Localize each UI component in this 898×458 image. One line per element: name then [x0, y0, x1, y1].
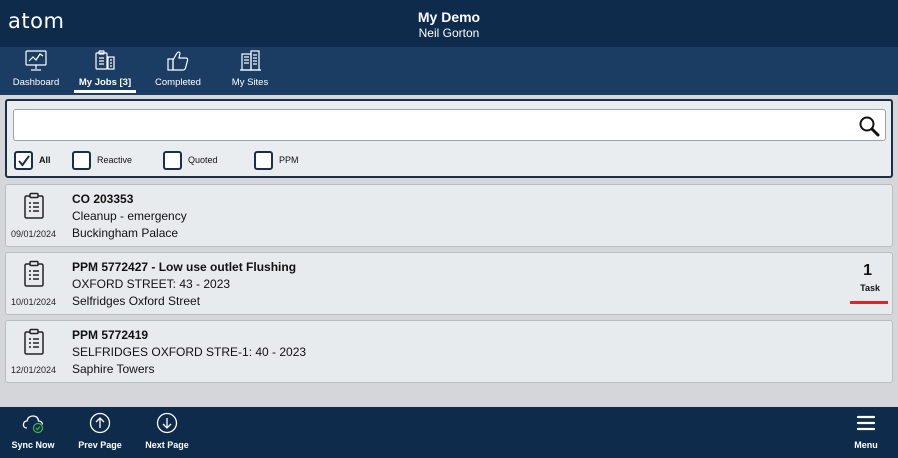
job-card[interactable]: 09/01/2024 CO 203353 Cleanup - emergency…	[5, 184, 893, 247]
arrow-up-circle-icon	[89, 412, 111, 434]
job-site: Saphire Towers	[72, 362, 155, 376]
prev-page-label: Prev Page	[78, 440, 122, 450]
job-reference: PPM 5772427 - Low use outlet Flushing	[72, 260, 297, 274]
filter-reactive-checkbox[interactable]: Reactive	[72, 149, 132, 171]
job-description: SELFRIDGES OXFORD STRE-1: 40 - 2023	[72, 345, 307, 359]
tab-my-sites-label: My Sites	[231, 77, 269, 88]
menu-button[interactable]: Menu	[846, 412, 886, 450]
search-box	[13, 109, 886, 141]
buildings-icon	[240, 50, 261, 71]
job-description: OXFORD STREET: 43 - 2023	[72, 277, 231, 291]
hamburger-menu-icon	[856, 415, 876, 431]
clipboard-icon	[24, 260, 44, 287]
prev-page-button[interactable]: Prev Page	[75, 412, 125, 450]
header-title-block: My Demo Neil Gorton	[0, 9, 898, 40]
clipboard-icon	[24, 192, 44, 219]
checkbox-box	[254, 150, 273, 170]
filter-quoted-checkbox[interactable]: Quoted	[163, 149, 218, 171]
job-site: Selfridges Oxford Street	[72, 294, 201, 308]
filter-ppm-label: PPM	[279, 155, 299, 165]
sync-now-label: Sync Now	[11, 440, 55, 450]
menu-label: Menu	[854, 440, 878, 450]
nav-tabs: Dashboard My Jobs [3] Completed My Sites	[0, 47, 898, 95]
user-name: Neil Gorton	[418, 26, 480, 40]
tab-my-jobs-label: My Jobs [3]	[78, 77, 132, 88]
task-count: 1	[863, 262, 872, 279]
tab-completed[interactable]: Completed	[152, 49, 204, 93]
tab-dashboard-label: Dashboard	[12, 77, 60, 88]
monitor-chart-icon	[25, 50, 47, 71]
clipboard-icon	[24, 328, 44, 355]
checkmark-icon	[18, 154, 30, 167]
job-date: 10/01/2024	[11, 297, 57, 307]
job-reference: PPM 5772419	[72, 328, 149, 342]
tab-my-sites[interactable]: My Sites	[224, 49, 276, 93]
page-title: My Demo	[417, 9, 481, 25]
checkbox-box	[72, 150, 91, 170]
tab-dashboard[interactable]: Dashboard	[9, 49, 63, 93]
filter-quoted-label: Quoted	[188, 155, 218, 165]
search-icon[interactable]	[857, 114, 881, 138]
bottom-toolbar: Sync Now Prev Page Next Page Menu	[0, 407, 898, 458]
task-label: Task	[860, 283, 880, 293]
checkbox-box	[163, 150, 182, 170]
filter-all-label: All	[39, 155, 51, 165]
job-site: Buckingham Palace	[72, 226, 179, 240]
filter-all-checkbox[interactable]: All	[14, 149, 51, 171]
job-card[interactable]: 10/01/2024 PPM 5772427 - Low use outlet …	[5, 252, 893, 315]
thumbs-up-icon	[167, 51, 189, 71]
tab-completed-label: Completed	[155, 77, 201, 88]
next-page-label: Next Page	[145, 440, 189, 450]
task-status-bar	[850, 301, 888, 304]
filter-ppm-checkbox[interactable]: PPM	[254, 149, 299, 171]
job-date: 12/01/2024	[11, 365, 57, 375]
app-header: atom My Demo Neil Gorton	[0, 0, 898, 47]
active-tab-indicator	[74, 90, 136, 93]
cloud-sync-icon	[22, 415, 44, 434]
search-input[interactable]	[20, 114, 850, 136]
filter-reactive-label: Reactive	[97, 155, 133, 165]
sync-now-button[interactable]: Sync Now	[8, 412, 58, 450]
next-page-button[interactable]: Next Page	[142, 412, 192, 450]
app-window: atom My Demo Neil Gorton Dashboard My Jo…	[0, 0, 898, 458]
job-card[interactable]: 12/01/2024 PPM 5772419 SELFRIDGES OXFORD…	[5, 320, 893, 383]
checkbox-box	[14, 150, 33, 170]
job-reference: CO 203353	[72, 192, 134, 206]
tab-my-jobs[interactable]: My Jobs [3]	[74, 49, 136, 93]
job-description: Cleanup - emergency	[72, 209, 187, 223]
clipboard-building-icon	[95, 50, 115, 70]
arrow-down-circle-icon	[156, 412, 178, 434]
job-filter-panel: All Reactive Quoted PPM	[5, 99, 893, 178]
job-date: 09/01/2024	[11, 229, 57, 239]
